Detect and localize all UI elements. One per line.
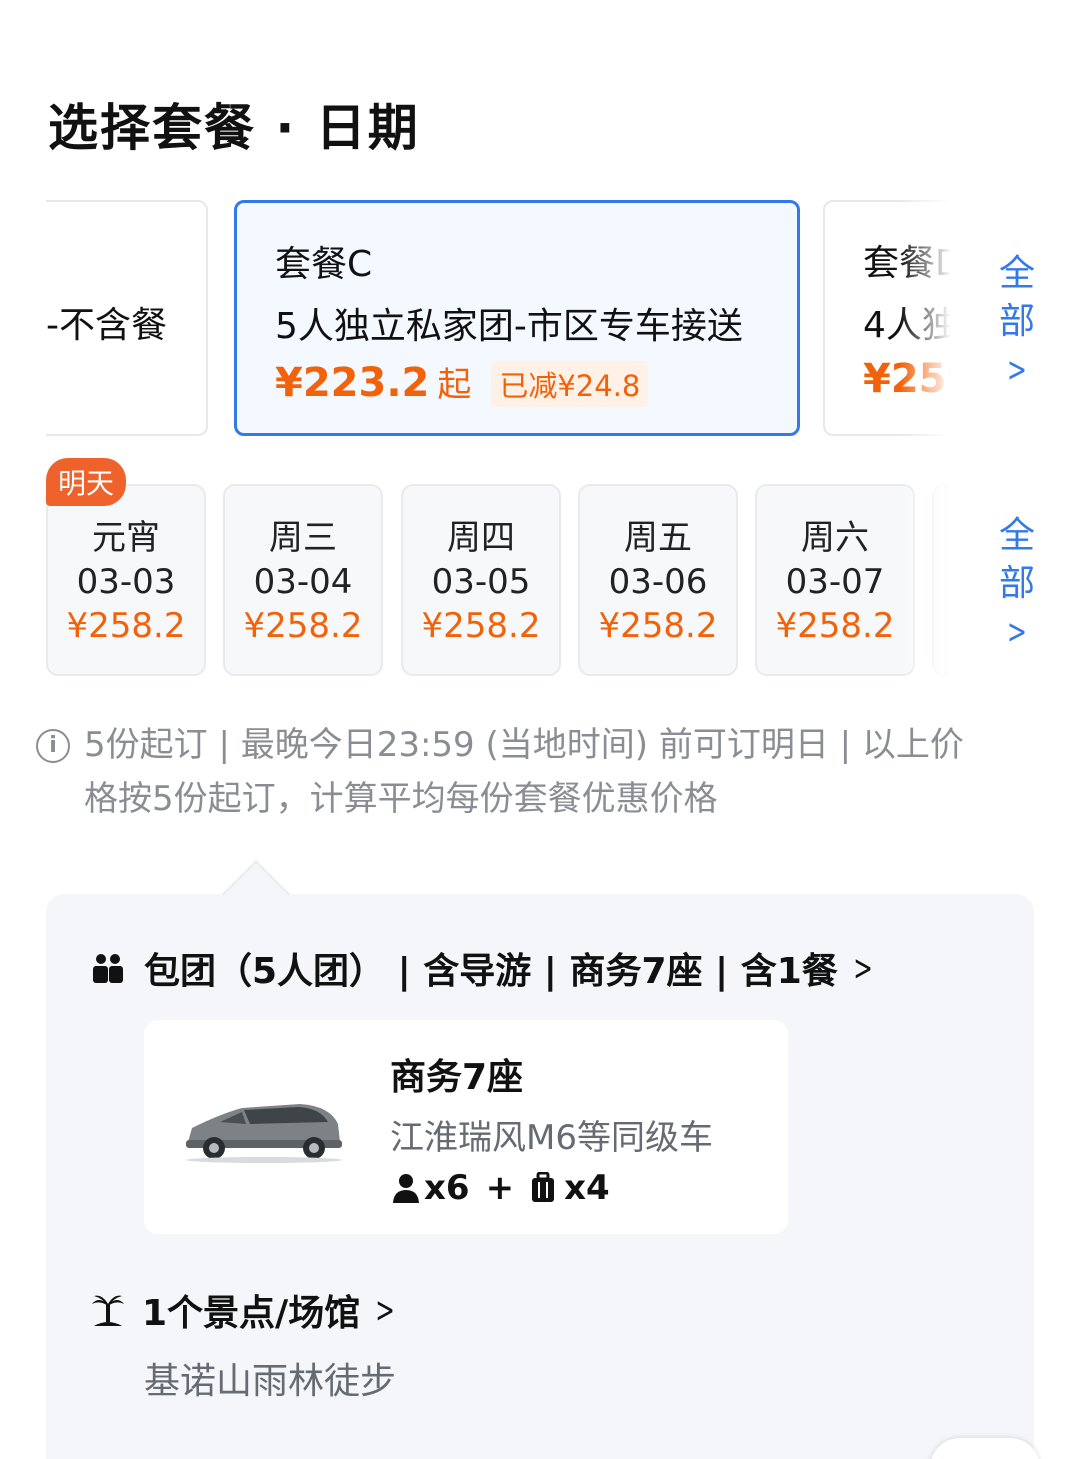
date-value: 03-06 <box>608 562 708 602</box>
date-weekday: 周四 <box>447 518 515 558</box>
package-desc: -不含餐 <box>46 305 167 346</box>
discount-badge: 已减¥24.8 <box>491 361 649 407</box>
passenger-count: x6 <box>424 1168 470 1208</box>
package-desc: 4人独 <box>863 305 956 346</box>
scenic-title: 1个景点/场馆 <box>142 1293 361 1334</box>
chevron-right-icon: > <box>375 1289 396 1331</box>
page-title: 选择套餐 · 日期 <box>48 99 420 157</box>
scenic-item: 基诺山雨林徒步 <box>144 1361 397 1402</box>
date-weekday: 周五 <box>624 518 692 558</box>
package-name: 套餐C <box>275 244 373 285</box>
chevron-right-icon: > <box>853 947 873 989</box>
vehicle-model: 江淮瑞风M6等同级车 <box>390 1118 713 1158</box>
scenic-row[interactable]: 1个景点/场馆 > <box>90 1284 400 1336</box>
notice-line-2: 格按5份起订，计算平均每份套餐优惠价格 <box>84 779 718 819</box>
package-price-line: ¥223.2 起 已减¥24.8 <box>275 357 649 407</box>
date-card[interactable]: 元宵 03-03 ¥258.2 <box>46 484 206 676</box>
package-price: ¥223.2 <box>275 360 430 406</box>
package-price: ¥259 <box>863 356 956 402</box>
date-carousel[interactable]: 明天 元宵 03-03 ¥258.2 周三 03-04 ¥258.2 周四 03… <box>46 458 956 680</box>
date-price: ¥258.2 <box>243 606 363 646</box>
car-image <box>186 1104 342 1163</box>
date-price: ¥258.2 <box>775 606 895 646</box>
chevron-right-icon: > <box>1007 350 1027 390</box>
all-label: 全部 <box>998 253 1035 342</box>
date-weekday: 元宵 <box>92 518 160 558</box>
luggage-count: x4 <box>564 1168 610 1208</box>
package-card-next[interactable]: 套餐D 4人独 ¥259 <box>823 200 956 436</box>
chevron-right-icon: > <box>1007 612 1027 652</box>
floating-button-edge[interactable] <box>930 1438 1040 1459</box>
date-weekday: 周六 <box>801 518 869 558</box>
date-price: ¥258.2 <box>66 606 186 646</box>
group-info-row[interactable]: 包团（5人团） | 含导游 | 商务7座 | 含1餐 > <box>90 942 878 994</box>
date-card[interactable]: 周四 03-05 ¥258.2 <box>401 484 561 676</box>
booking-notice: i 5份起订 | 最晚今日23:59 (当地时间) 前可订明日 | 以上价 格按5… <box>36 718 1046 826</box>
date-weekday: 周三 <box>269 518 337 558</box>
date-value: 03-07 <box>785 562 885 602</box>
all-packages-button[interactable]: 全部 > <box>992 250 1042 394</box>
date-card[interactable]: 周五 03-06 ¥258.2 <box>578 484 738 676</box>
luggage-icon <box>532 1172 555 1202</box>
price-suffix: 起 <box>437 365 472 405</box>
package-carousel[interactable]: -不含餐 套餐C 5人独立私家团-市区专车接送 ¥223.2 起 已减¥24.8… <box>46 200 956 440</box>
notice-line-1: 5份起订 | 最晚今日23:59 (当地时间) 前可订明日 | 以上价 <box>84 725 964 765</box>
date-card[interactable]: 周三 03-04 ¥258.2 <box>223 484 383 676</box>
package-desc: 5人独立私家团-市区专车接送 <box>275 306 743 347</box>
vehicle-capacity: x6 + x4 <box>392 1168 610 1208</box>
all-dates-button[interactable]: 全部 > <box>992 512 1042 656</box>
date-price: ¥258.2 <box>421 606 541 646</box>
date-value: 03-03 <box>76 562 176 602</box>
package-name: 套餐D <box>863 243 956 284</box>
vehicle-title: 商务7座 <box>390 1057 524 1098</box>
package-card-selected[interactable]: 套餐C 5人独立私家团-市区专车接送 ¥223.2 起 已减¥24.8 <box>234 200 800 436</box>
date-price: ¥258.2 <box>598 606 718 646</box>
group-info-text: 包团（5人团） | 含导游 | 商务7座 | 含1餐 <box>144 951 838 992</box>
plus-sign: + <box>485 1168 515 1208</box>
people-icon <box>93 954 123 983</box>
date-value: 03-05 <box>431 562 531 602</box>
package-price-line: ¥259 <box>863 356 956 402</box>
date-value: 03-04 <box>253 562 353 602</box>
all-label: 全部 <box>998 515 1035 604</box>
package-card-prev[interactable]: -不含餐 <box>46 200 208 436</box>
person-icon <box>393 1174 419 1203</box>
info-icon: i <box>36 729 70 763</box>
date-card-partial[interactable] <box>932 484 956 676</box>
date-card[interactable]: 周六 03-07 ¥258.2 <box>755 484 915 676</box>
palm-tree-icon <box>92 1295 124 1326</box>
tomorrow-badge: 明天 <box>46 458 127 506</box>
